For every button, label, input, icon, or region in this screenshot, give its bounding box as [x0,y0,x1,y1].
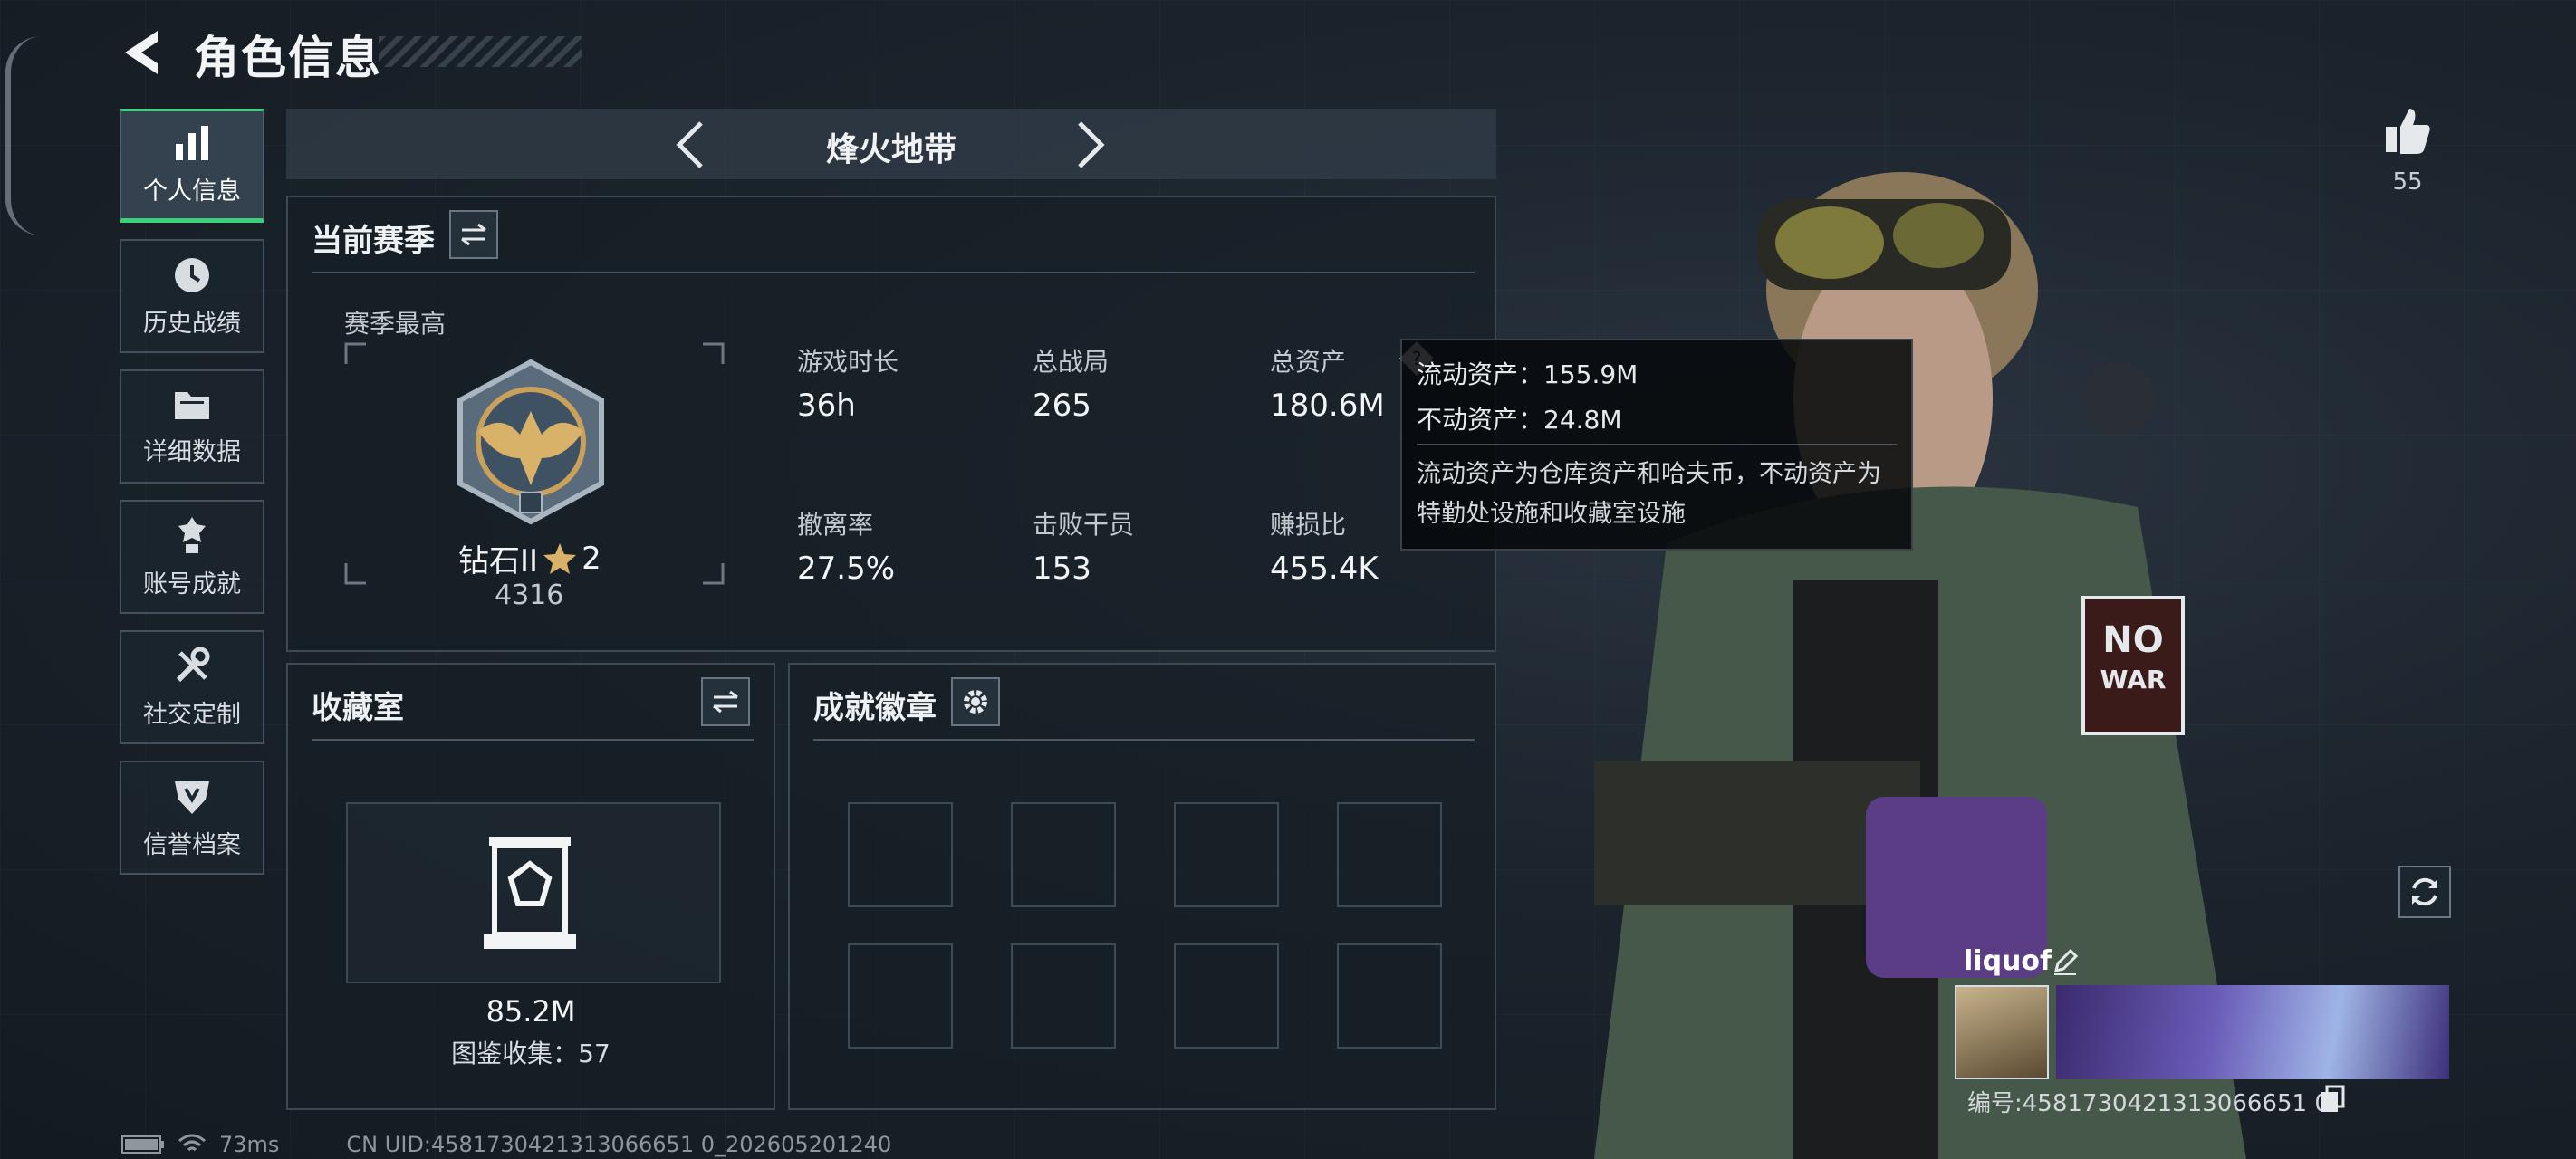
page-title: 角色信息 [194,32,382,84]
stat-value: 36h [797,388,856,424]
copy-icon[interactable] [2319,1085,2346,1114]
stat-label: 击败干员 [1033,510,1135,540]
display-case-icon [484,837,576,949]
player-name: liquof [1964,945,2052,977]
season-title: 当前赛季 [312,223,435,259]
back-arrow-icon[interactable] [118,27,165,78]
svg-text:NO: NO [2102,619,2163,661]
collection-count: 图鉴收集：57 [451,1039,610,1068]
badge-slot[interactable] [1337,802,1442,907]
badge-slot[interactable] [1337,943,1442,1049]
sidebar-item-personal-info[interactable]: 个人信息 [120,109,264,223]
sidebar-item-label: 历史战绩 [143,309,241,338]
sidebar-item-detailed-data[interactable]: 详细数据 [120,369,264,484]
avatar[interactable] [1955,985,2049,1079]
ping-value: 73ms [219,1132,280,1157]
sidebar-item-label: 社交定制 [143,700,241,729]
sidebar-item-social[interactable]: 社交定制 [120,630,264,744]
tooltip-description: 流动资产为仓库资产和哈夫币，不动资产为特勤处设施和收藏室设施 [1417,460,1881,528]
player-id: 编号:4581730421313066651 0 [1967,1090,2330,1117]
refresh-icon [2412,877,2437,906]
swap-icon [461,223,486,246]
mode-selector: 烽火地带 [286,109,1496,179]
bar-chart-icon [176,125,208,160]
profile-banner [2056,985,2449,1079]
shield-icon [175,781,209,814]
badge-slot[interactable] [848,943,953,1049]
season-panel: 当前赛季 赛季最高 钻石II 2 4316 游戏时长 36h 总战局 265 总… [286,196,1496,652]
sidebar-item-label: 信誉档案 [143,830,241,859]
like-thumb-icon[interactable] [2382,105,2433,156]
sidebar-item-achievements[interactable]: 账号成就 [120,500,264,614]
wifi-icon [178,1134,206,1152]
achievements-panel[interactable]: 成就徽章 [788,663,1496,1110]
mode-name: 烽火地带 [825,131,956,168]
sidebar-item-history[interactable]: 历史战绩 [120,239,264,353]
rank-name: 钻石II [458,543,539,580]
stat-value: 180.6M [1270,388,1385,424]
achievements-settings-button[interactable] [951,677,1000,726]
svg-text:WAR: WAR [2100,665,2167,694]
collection-title: 收藏室 [312,690,404,726]
sidebar-item-label: 账号成就 [143,570,241,599]
asset-tooltip: 流动资产：155.9M 不动资产：24.8M 流动资产为仓库资产和哈夫币，不动资… [1400,339,1913,551]
sidebar-item-credit[interactable]: 信誉档案 [120,761,264,875]
season-best-label: 赛季最高 [344,309,447,339]
collection-panel[interactable]: 收藏室 85.2M 图鉴收集：57 [286,663,775,1110]
stat-value: 153 [1033,551,1091,587]
rank-line: 钻石II 2 [458,536,601,580]
divider [1417,444,1897,445]
stat-label: 撤离率 [797,510,874,540]
medal-icon [178,516,206,553]
tooltip-fixed-assets: 不动资产：24.8M [1417,405,1622,435]
badge-slot[interactable] [1174,802,1279,907]
stat-label: 赚损比 [1270,510,1347,540]
refresh-button[interactable] [2398,866,2451,918]
stat-value: 27.5% [797,551,896,587]
collection-switch-button[interactable] [701,677,750,726]
title-decoration [379,36,582,67]
tools-icon [176,647,210,682]
collection-value: 85.2M [485,994,576,1029]
stat-value: 265 [1033,388,1091,424]
swap-icon [713,690,738,714]
badge-slot[interactable] [1174,943,1279,1049]
like-count: 55 [2392,168,2423,196]
folder-icon [175,391,209,419]
edit-pencil-icon[interactable] [2051,947,2080,976]
diamond-rank-emblem [457,359,604,525]
rank-stars: 2 [582,540,601,577]
achievements-title: 成就徽章 [813,690,937,726]
badge-slot[interactable] [1011,943,1116,1049]
season-switch-button[interactable] [449,210,498,259]
sidebar-item-label: 个人信息 [143,177,241,206]
stat-label: 游戏时长 [797,347,899,377]
rank-score: 4316 [495,580,564,611]
badge-slot[interactable] [1011,802,1116,907]
battery-icon [121,1135,164,1154]
divider [312,272,1475,273]
tooltip-liquid-assets: 流动资产：155.9M [1417,359,1639,389]
stat-label: 总资产 [1270,347,1347,377]
gear-icon [964,690,987,714]
star-icon [543,542,577,574]
uid-text: CN UID:4581730421313066651 0_20260520124… [346,1132,892,1157]
status-bar: 73ms CN UID:4581730421313066651 0_202605… [121,1132,891,1157]
next-mode-icon[interactable] [1072,120,1109,170]
sidebar-item-label: 详细数据 [143,437,241,466]
badge-slot[interactable] [848,802,953,907]
stat-value: 455.4K [1270,551,1379,587]
clock-icon [175,257,209,292]
edge-arc-decoration [5,36,47,235]
divider [312,739,754,741]
divider [813,739,1475,741]
stat-label: 总战局 [1033,347,1110,377]
